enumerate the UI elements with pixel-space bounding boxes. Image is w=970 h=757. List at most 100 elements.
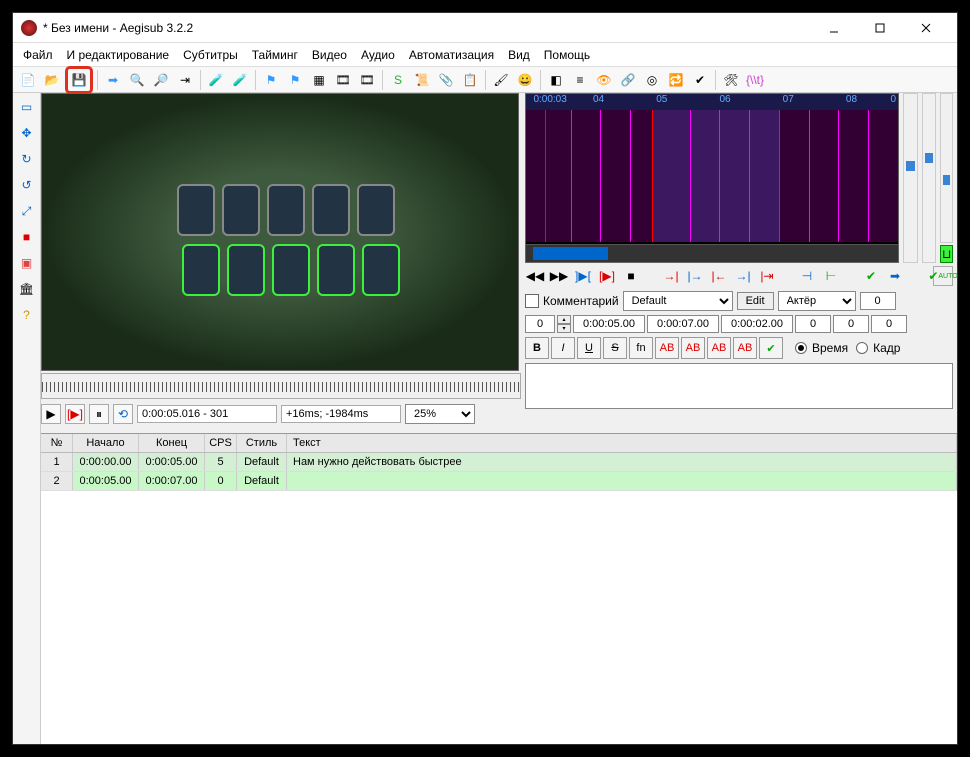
play-button[interactable]: ▶ (41, 404, 61, 424)
col-text[interactable]: Текст (287, 434, 957, 452)
autocommit-icon[interactable]: ✔AUTO (933, 266, 953, 286)
margin-v-field[interactable]: 0 (871, 315, 907, 333)
tool-rotate[interactable]: ↻ (17, 149, 37, 169)
col-cps[interactable]: CPS (205, 434, 237, 452)
play-before-icon[interactable]: →| (661, 266, 681, 286)
col-num[interactable]: № (41, 434, 73, 452)
tool-move[interactable]: ✥ (17, 123, 37, 143)
film-icon[interactable]: 🎞 (332, 69, 354, 91)
eye-icon[interactable]: 👁 (593, 69, 615, 91)
zoom-out-icon[interactable]: 🔎 (150, 69, 172, 91)
tool-draw[interactable]: 🏛 (17, 279, 37, 299)
col-style[interactable]: Стиль (237, 434, 287, 452)
margin-r-field[interactable]: 0 (833, 315, 869, 333)
font-button[interactable]: fn (629, 337, 653, 359)
subtitle-text-input[interactable] (525, 363, 953, 409)
flag2-icon[interactable]: ⚑ (284, 69, 306, 91)
attach-icon[interactable]: 📎 (435, 69, 457, 91)
tool-scale[interactable]: ⤢ (17, 201, 37, 221)
brush-icon[interactable]: 🖌 (490, 69, 512, 91)
strike-button[interactable]: S (603, 337, 627, 359)
pause-button[interactable]: ⏸ (89, 404, 109, 424)
paste-icon[interactable]: 📋 (459, 69, 481, 91)
script-icon[interactable]: 📜 (411, 69, 433, 91)
sort-icon[interactable]: ≡ (569, 69, 591, 91)
video-preview[interactable] (41, 93, 519, 371)
styles-icon[interactable]: S (387, 69, 409, 91)
grid-row[interactable]: 2 0:00:05.00 0:00:07.00 0 Default (41, 472, 957, 491)
color2-button[interactable]: AB (681, 337, 705, 359)
menu-video[interactable]: Видео (306, 46, 353, 64)
menu-edit[interactable]: И редактирование (61, 46, 176, 64)
col-start[interactable]: Начало (73, 434, 139, 452)
vzoom-slider[interactable] (922, 93, 937, 263)
grid-row[interactable]: 1 0:00:00.00 0:00:05.00 5 Default Нам ну… (41, 453, 957, 472)
menu-help[interactable]: Помощь (538, 46, 596, 64)
tag-icon[interactable]: {\\t} (744, 69, 766, 91)
menu-audio[interactable]: Аудио (355, 46, 401, 64)
tool-clip[interactable]: ■ (17, 227, 37, 247)
hzoom-slider[interactable] (903, 93, 918, 263)
tool-std[interactable]: ▭ (17, 97, 37, 117)
play-line-icon[interactable]: [▶] (597, 266, 617, 286)
edit-style-button[interactable]: Edit (737, 292, 774, 310)
comment-checkbox[interactable] (525, 294, 539, 308)
start-time-field[interactable]: 0:00:05.00 (573, 315, 645, 333)
margin-l-field[interactable]: 0 (795, 315, 831, 333)
prev-line-icon[interactable]: ◀◀ (525, 266, 545, 286)
next-line-icon[interactable]: ▶▶ (549, 266, 569, 286)
play-500before-icon[interactable]: |← (709, 266, 729, 286)
goto-icon[interactable]: ➡ (885, 266, 905, 286)
play-after-icon[interactable]: |→ (685, 266, 705, 286)
actor-select[interactable]: Актёр (778, 291, 856, 311)
commit-icon[interactable]: ✔ (861, 266, 881, 286)
leadin-icon[interactable]: ⊣ (797, 266, 817, 286)
resample-icon[interactable]: 🔁 (665, 69, 687, 91)
target-icon[interactable]: ◎ (641, 69, 663, 91)
close-button[interactable] (903, 13, 949, 43)
play-line-button[interactable]: [▶] (65, 404, 85, 424)
tool-rotatexy[interactable]: ↺ (17, 175, 37, 195)
link-icon[interactable]: 🔗 (617, 69, 639, 91)
underline-button[interactable]: U (577, 337, 601, 359)
play-sel-icon[interactable]: ]▶[ (573, 266, 593, 286)
video-jump-icon[interactable]: ⇥ (174, 69, 196, 91)
menu-file[interactable]: Файл (17, 46, 59, 64)
layer-field[interactable]: 0 (525, 315, 555, 333)
color1-button[interactable]: AB (655, 337, 679, 359)
time-radio[interactable] (795, 342, 807, 354)
autoscroll-button[interactable]: ⟲ (113, 404, 133, 424)
zoom-select[interactable]: 25% (405, 404, 475, 424)
tool-vclip[interactable]: ▣ (17, 253, 37, 273)
italic-button[interactable]: I (551, 337, 575, 359)
vol-slider[interactable] (940, 93, 953, 243)
zoom-in-icon[interactable]: 🔍 (126, 69, 148, 91)
layer-spinner[interactable]: ▴▾ (557, 315, 571, 333)
col-end[interactable]: Конец (139, 434, 205, 452)
end-time-field[interactable]: 0:00:07.00 (647, 315, 719, 333)
commit-text-button[interactable]: ✔ (759, 337, 783, 359)
menu-view[interactable]: Вид (502, 46, 536, 64)
effect-field[interactable]: 0 (860, 292, 896, 310)
audio-scrollbar[interactable] (526, 244, 898, 262)
menu-automation[interactable]: Автоматизация (403, 46, 500, 64)
tools-icon[interactable]: 🛠 (720, 69, 742, 91)
minimize-button[interactable] (811, 13, 857, 43)
stop-icon[interactable]: ■ (621, 266, 641, 286)
new-file-icon[interactable]: 📄 (17, 69, 39, 91)
color3-button[interactable]: AB (707, 337, 731, 359)
maximize-button[interactable] (857, 13, 903, 43)
face-icon[interactable]: 😀 (514, 69, 536, 91)
tool-help[interactable]: ? (17, 305, 37, 325)
video-seekbar[interactable] (41, 373, 521, 399)
duration-field[interactable]: 0:00:02.00 (721, 315, 793, 333)
flag1-icon[interactable]: ⚑ (260, 69, 282, 91)
style-select[interactable]: Default (623, 291, 733, 311)
frame-radio[interactable] (856, 342, 868, 354)
shift-icon[interactable]: ◧ (545, 69, 567, 91)
color4-button[interactable]: AB (733, 337, 757, 359)
video-position[interactable]: 0:00:05.016 - 301 (137, 405, 277, 423)
potion1-icon[interactable]: 🧪 (205, 69, 227, 91)
menu-timing[interactable]: Тайминг (246, 46, 304, 64)
save-file-icon[interactable]: 💾 (65, 66, 93, 94)
